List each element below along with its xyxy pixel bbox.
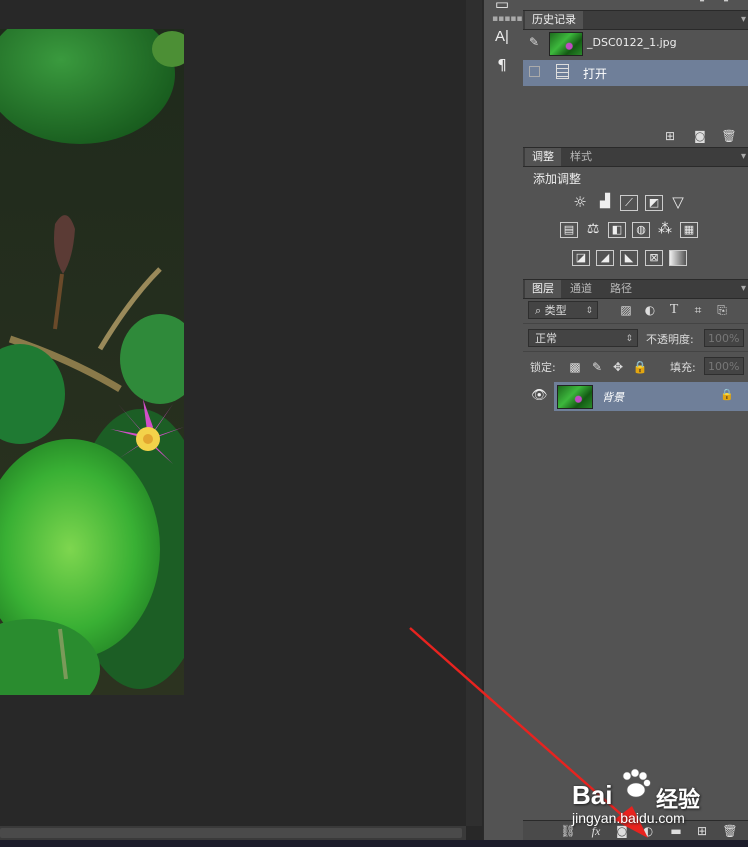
black-white-icon[interactable]: ◧	[608, 222, 626, 238]
photo-image	[0, 29, 184, 695]
filter-type-icon[interactable]: T	[665, 302, 683, 318]
panel-menu-icon[interactable]: ▾	[741, 148, 746, 166]
layer-thumbnail	[557, 385, 593, 409]
tab-layers[interactable]: 图层	[525, 280, 561, 298]
paragraph-panel-icon[interactable]: ¶	[487, 53, 517, 77]
watermark-url: jingyan.baidu.com	[572, 810, 685, 826]
invert-icon[interactable]: ◪	[572, 250, 590, 266]
filter-shape-icon[interactable]: ⌗	[689, 302, 707, 318]
history-top-toolbar: ▮ ▮	[523, 0, 748, 4]
levels-icon[interactable]: ▟	[596, 195, 614, 211]
panel-menu-icon[interactable]: ▾	[741, 280, 746, 298]
blend-mode-select[interactable]: 正常 ⇕	[528, 329, 638, 347]
character-panel-icon[interactable]: A|	[487, 25, 517, 49]
history-footer: ⊞ ◙ 🗑	[523, 128, 748, 144]
lock-image-pixels-brush-icon[interactable]: ✎	[588, 359, 606, 375]
color-balance-icon[interactable]: ⚖	[584, 222, 602, 238]
paw-icon	[618, 768, 652, 798]
layer-filter-select[interactable]: ⌕ 类型 ⇕	[528, 301, 598, 319]
snapshot-thumbnail	[549, 32, 583, 56]
watermark-logo-text: Bai	[572, 780, 613, 810]
fill-input[interactable]: 100%	[704, 357, 744, 375]
lock-all-icon[interactable]: 🔒	[631, 359, 649, 375]
layer-name[interactable]: 背景	[602, 389, 624, 405]
exposure-icon[interactable]: ◩	[645, 195, 663, 211]
history-brush-source-icon[interactable]: ✎	[529, 35, 539, 49]
history-item[interactable]: 打开	[523, 60, 748, 86]
updown-arrows-icon: ⇕	[585, 306, 593, 316]
panel-menu-icon[interactable]: ▾	[741, 11, 746, 29]
filter-pixel-icon[interactable]: ▨	[617, 302, 635, 318]
layer-row-background[interactable]: 背景 🔒	[554, 382, 748, 411]
history-top-icon[interactable]: ▮	[699, 0, 705, 3]
layers-tabbar: 图层 通道 路径 ▾	[523, 279, 748, 299]
blend-mode-value: 正常	[535, 332, 557, 345]
delete-state-trash-icon[interactable]: 🗑	[720, 128, 738, 144]
add-adjustment-title: 添加调整	[533, 172, 582, 186]
divider	[523, 323, 748, 324]
filter-adjustment-icon[interactable]: ◐	[641, 302, 659, 318]
selective-color-icon[interactable]: ⊠	[645, 250, 663, 266]
history-brush-source-checkbox[interactable]	[529, 66, 540, 77]
opacity-label: 不透明度:	[646, 333, 694, 346]
tab-adjustments[interactable]: 调整	[525, 148, 561, 166]
hue-saturation-icon[interactable]: ▤	[560, 222, 578, 238]
taskbar-edge	[0, 840, 748, 847]
adjustments-tabbar: 调整 样式 ▾	[523, 147, 748, 167]
curves-icon[interactable]: ⟋	[620, 195, 638, 211]
color-lookup-icon[interactable]: ▦	[680, 222, 698, 238]
lock-position-move-icon[interactable]: ✥	[609, 359, 627, 375]
threshold-icon[interactable]: ◣	[620, 250, 638, 266]
lock-label: 锁定:	[530, 361, 556, 374]
opacity-input[interactable]: 100%	[704, 329, 744, 347]
posterize-icon[interactable]: ◢	[596, 250, 614, 266]
document-icon	[556, 64, 569, 79]
layer-lock-icon: 🔒	[720, 388, 734, 401]
snapshot-name: _DSC0122_1.jpg	[587, 36, 677, 49]
new-document-from-state-icon[interactable]: ⊞	[661, 128, 679, 144]
channel-mixer-icon[interactable]: ⁂	[656, 222, 674, 238]
new-snapshot-camera-icon[interactable]: ◙	[691, 128, 709, 144]
eye-icon[interactable]: 👁	[531, 388, 548, 403]
tab-paths[interactable]: 路径	[603, 280, 639, 298]
tab-styles[interactable]: 样式	[563, 148, 599, 166]
updown-arrows-icon: ⇕	[625, 334, 633, 344]
history-item-label: 打开	[583, 67, 608, 81]
divider	[523, 351, 748, 352]
horizontal-scroll-thumb[interactable]	[0, 828, 462, 838]
photo-filter-icon[interactable]: ◍	[632, 222, 650, 238]
tab-channels[interactable]: 通道	[563, 280, 599, 298]
document-photo-water-lily[interactable]	[0, 29, 184, 695]
layer-visibility-cell[interactable]: 👁	[523, 382, 555, 411]
gradient-map-icon[interactable]	[669, 250, 687, 266]
layer-filter-value: 类型	[544, 304, 567, 317]
brightness-contrast-icon[interactable]: ☼	[571, 195, 589, 211]
fill-label: 填充:	[670, 361, 696, 374]
tab-history[interactable]: 历史记录	[525, 11, 583, 29]
baidu-jingyan-watermark: Bai 经验 jingyan.baidu.com	[572, 768, 748, 828]
search-icon: ⌕	[535, 304, 542, 317]
lock-transparent-pixels-icon[interactable]: ▩	[566, 359, 584, 375]
history-top-trash-icon[interactable]: ▮	[723, 0, 729, 3]
history-tabbar: 历史记录 ▾	[523, 10, 748, 30]
vibrance-icon[interactable]: ▽	[669, 195, 687, 211]
history-snapshot-row[interactable]: ✎ _DSC0122_1.jpg	[523, 31, 748, 57]
filter-smart-object-icon[interactable]: ⎘	[713, 302, 731, 318]
